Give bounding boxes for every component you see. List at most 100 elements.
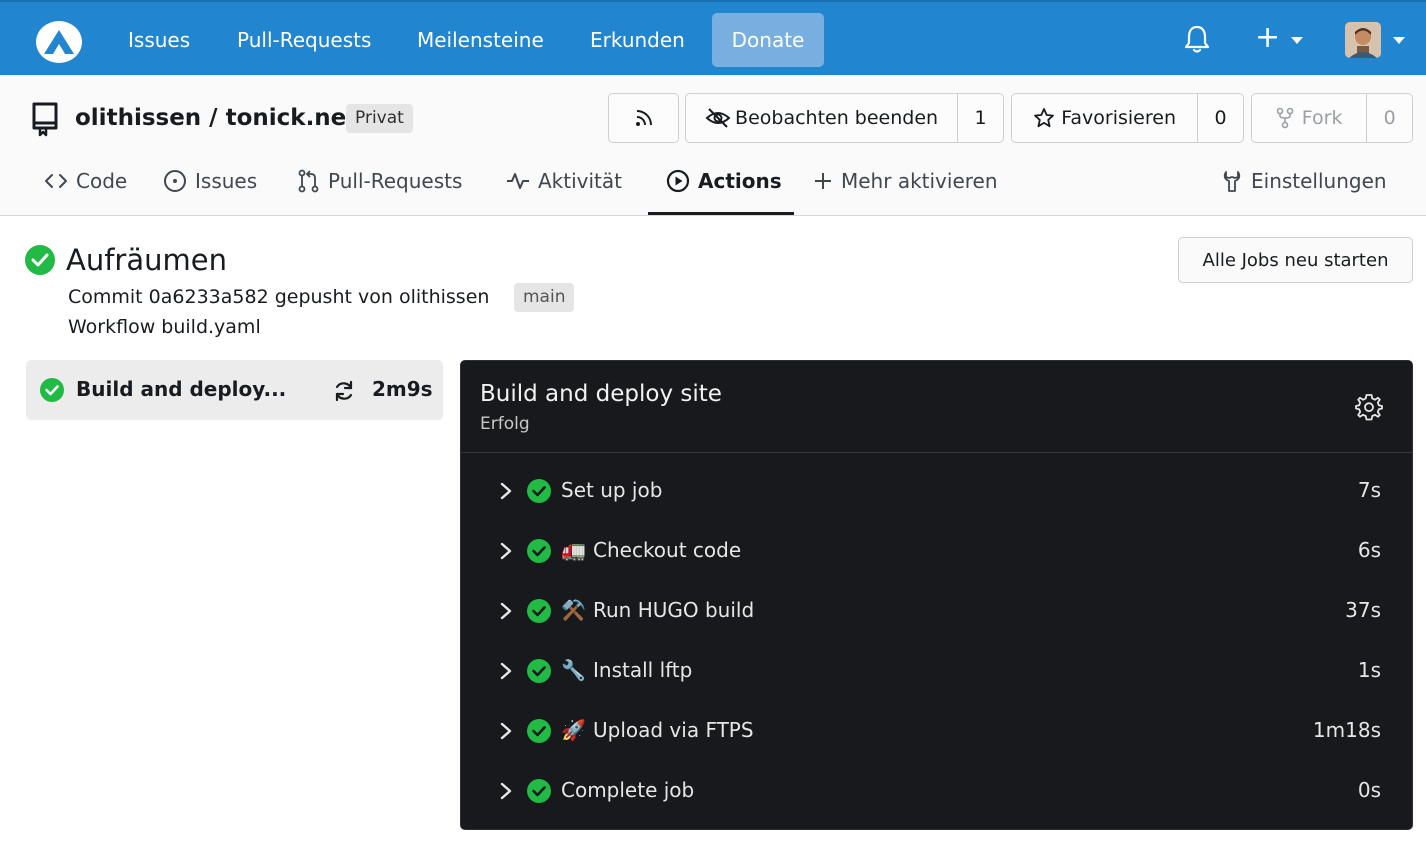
job-list-item[interactable]: Build and deploy... 2m9s	[26, 360, 443, 420]
run-workflow: Workflow build.yaml	[68, 316, 261, 338]
step-emoji-icon: 🚛	[561, 538, 586, 562]
tab-code-label: Code	[76, 169, 128, 193]
step-emoji-icon: 🔧	[561, 658, 586, 682]
job-duration: 2m9s	[372, 377, 433, 401]
watch-button[interactable]: Beobachten beenden 1	[685, 93, 1004, 143]
fork-button[interactable]: Fork 0	[1251, 93, 1413, 143]
star-count[interactable]: 0	[1197, 94, 1243, 142]
nav-explore[interactable]: Erkunden	[590, 28, 685, 52]
chevron-right-icon[interactable]	[499, 721, 513, 741]
step-label: 🚀 Upload via FTPS	[561, 718, 754, 742]
job-log-panel: Build and deploy site Erfolg Set up job 7…	[460, 360, 1413, 830]
step-duration: 0s	[1357, 778, 1381, 802]
job-step[interactable]: Complete job 0s	[461, 761, 1412, 821]
chevron-right-icon[interactable]	[499, 481, 513, 501]
play-circle-icon	[666, 169, 690, 193]
step-duration: 6s	[1357, 538, 1381, 562]
tab-issues[interactable]: Issues	[163, 168, 257, 194]
eye-closed-icon	[705, 108, 731, 128]
tab-settings[interactable]: Einstellungen	[1221, 168, 1387, 194]
success-check-icon	[527, 539, 551, 563]
step-label: 🔧 Install lftp	[561, 658, 692, 682]
repo-header: olithissen / tonick.net Privat Beobachte…	[0, 75, 1426, 216]
chevron-right-icon[interactable]	[499, 661, 513, 681]
nav-issues[interactable]: Issues	[128, 28, 190, 52]
success-check-icon	[527, 779, 551, 803]
step-label: ⚒️ Run HUGO build	[561, 598, 754, 622]
step-name: Checkout code	[593, 538, 742, 562]
tab-pull-requests-label: Pull-Requests	[328, 169, 463, 193]
job-panel-header: Build and deploy site Erfolg	[461, 361, 1412, 453]
tab-activity-label: Aktivität	[538, 169, 622, 193]
bell-icon[interactable]	[1183, 24, 1211, 54]
watch-count[interactable]: 1	[957, 94, 1003, 142]
success-check-icon	[527, 719, 551, 743]
step-duration: 1m18s	[1312, 718, 1381, 742]
donate-button[interactable]: Donate	[712, 13, 824, 67]
chevron-right-icon[interactable]	[499, 541, 513, 561]
rss-button[interactable]	[608, 93, 679, 143]
fork-count[interactable]: 0	[1366, 94, 1412, 142]
tab-more[interactable]: Mehr aktivieren	[813, 168, 998, 194]
repo-name[interactable]: olithissen / tonick.net	[75, 105, 357, 131]
avatar[interactable]	[1345, 22, 1381, 58]
run-commit-line: Commit 0a6233a582 gepusht von olithissen	[68, 286, 490, 308]
active-tab-indicator	[648, 212, 794, 215]
create-plus-button[interactable]: +	[1255, 23, 1280, 53]
job-step[interactable]: ⚒️ Run HUGO build 37s	[461, 581, 1412, 641]
tab-settings-label: Einstellungen	[1251, 169, 1387, 193]
rss-icon	[635, 110, 652, 126]
tab-actions[interactable]: Actions	[666, 168, 782, 194]
wrench-icon	[1223, 171, 1241, 192]
success-check-icon	[527, 599, 551, 623]
step-name: Upload via FTPS	[593, 718, 754, 742]
step-duration: 1s	[1357, 658, 1381, 682]
fork-icon	[1276, 107, 1294, 129]
step-duration: 7s	[1357, 478, 1381, 502]
star-icon	[1034, 108, 1055, 128]
plus-icon	[815, 173, 831, 189]
visibility-badge: Privat	[346, 104, 413, 133]
star-button[interactable]: Favorisieren 0	[1011, 93, 1244, 143]
chevron-right-icon[interactable]	[499, 601, 513, 621]
tab-code[interactable]: Code	[44, 168, 127, 194]
tab-pull-requests[interactable]: Pull-Requests	[298, 168, 462, 194]
code-icon	[45, 174, 67, 188]
rerun-icon[interactable]	[332, 379, 356, 403]
step-label: Complete job	[561, 778, 694, 802]
fork-label: Fork	[1301, 107, 1343, 129]
tab-activity[interactable]: Aktivität	[506, 168, 622, 194]
step-name: Run HUGO build	[593, 598, 755, 622]
branch-badge[interactable]: main	[514, 283, 575, 312]
restart-all-jobs-button[interactable]: Alle Jobs neu starten	[1178, 237, 1413, 283]
success-check-icon	[527, 659, 551, 683]
job-status: Erfolg	[480, 414, 530, 434]
gear-icon[interactable]	[1355, 393, 1383, 421]
top-navbar: Issues Pull-Requests Meilensteine Erkund…	[0, 0, 1426, 75]
chevron-right-icon[interactable]	[499, 781, 513, 801]
pull-request-icon	[298, 169, 319, 193]
issue-icon	[164, 170, 186, 192]
step-name: Set up job	[561, 478, 663, 502]
repo-icon	[32, 102, 58, 137]
step-label: Set up job	[561, 478, 662, 502]
tab-issues-label: Issues	[195, 169, 258, 193]
step-label: 🚛 Checkout code	[561, 538, 741, 562]
job-step[interactable]: Set up job 7s	[461, 461, 1412, 521]
logo-icon[interactable]	[34, 20, 84, 64]
success-check-icon	[25, 245, 55, 275]
job-step[interactable]: 🚛 Checkout code 6s	[461, 521, 1412, 581]
step-name: Complete job	[561, 778, 695, 802]
job-name: Build and deploy...	[76, 377, 287, 401]
success-check-icon	[527, 479, 551, 503]
step-duration: 37s	[1345, 598, 1381, 622]
chevron-down-icon[interactable]	[1393, 37, 1405, 44]
job-step[interactable]: 🚀 Upload via FTPS 1m18s	[461, 701, 1412, 761]
step-name: Install lftp	[593, 658, 693, 682]
job-step[interactable]: 🔧 Install lftp 1s	[461, 641, 1412, 701]
chevron-down-icon[interactable]	[1291, 37, 1303, 44]
run-title: Aufräumen	[66, 243, 227, 277]
nav-milestones[interactable]: Meilensteine	[417, 28, 544, 52]
tab-actions-label: Actions	[698, 169, 782, 193]
nav-pull-requests[interactable]: Pull-Requests	[237, 28, 371, 52]
